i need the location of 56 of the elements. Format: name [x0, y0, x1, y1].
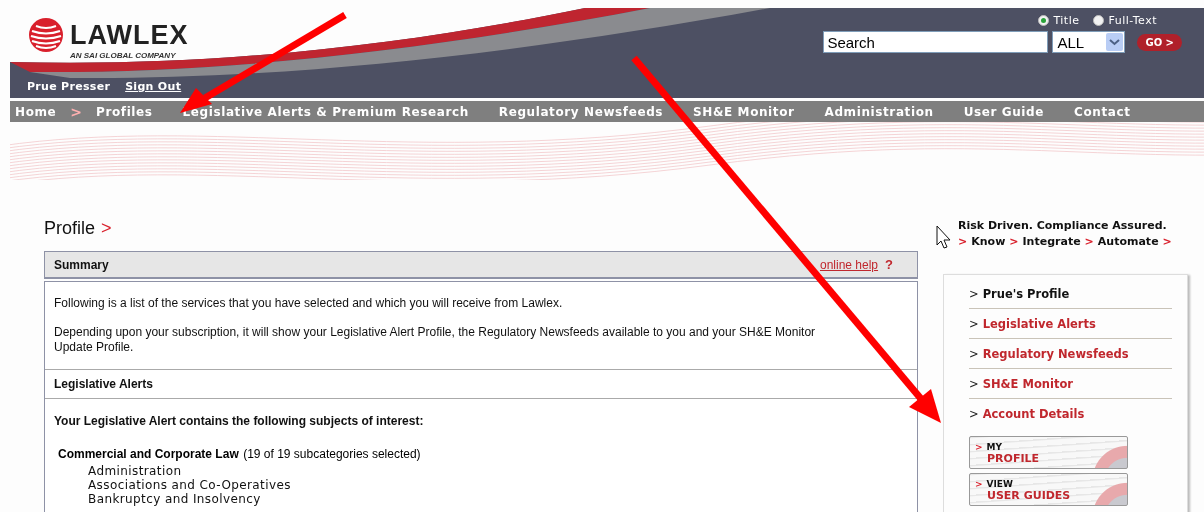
scope-dropdown[interactable]: ALL: [1052, 31, 1126, 53]
section-title: Legislative Alerts: [54, 377, 153, 391]
category-name: Commercial and Corporate Law: [58, 447, 239, 461]
nav-link[interactable]: Contact: [1074, 104, 1131, 119]
paragraph: Following is a list of the services that you have selected and which you will receive from Lawlex.: [54, 296, 564, 311]
item-marker: >: [969, 406, 979, 421]
item-marker: >: [969, 376, 979, 391]
promo-button[interactable]: > MY PROFILE: [969, 436, 1128, 469]
item-marker: >: [969, 346, 979, 361]
item-marker: >: [969, 316, 979, 331]
tagline-word: Automate: [1097, 234, 1159, 250]
radio-label[interactable]: Title: [1053, 14, 1080, 27]
nav-link[interactable]: Home: [15, 104, 57, 119]
title-marker: >: [101, 218, 112, 239]
logo-wordmark: LAWLEX: [70, 21, 189, 49]
subcategory: Bankruptcy and Insolvency: [88, 492, 262, 506]
logo-tagline: AN SAI GLOBAL COMPANY: [70, 51, 176, 60]
nav-link[interactable]: Administration: [824, 104, 934, 119]
online-help-link[interactable]: online help: [820, 257, 879, 272]
radio-label[interactable]: Full-Text: [1108, 14, 1157, 27]
promo-button[interactable]: > VIEW USER GUIDES: [969, 473, 1128, 506]
nav-link[interactable]: Regulatory Newsfeeds: [498, 104, 664, 119]
section-title: Summary: [54, 257, 109, 272]
nav-link[interactable]: User Guide: [963, 104, 1044, 119]
item-marker: >: [969, 286, 979, 301]
help-icon[interactable]: ?: [885, 257, 893, 272]
tagline-word: Integrate: [1022, 234, 1081, 250]
tagline-word: Know: [971, 234, 1006, 250]
radio-button[interactable]: [1038, 15, 1050, 26]
search-field[interactable]: Search: [823, 31, 1049, 53]
nav-link[interactable]: Legislative Alerts & Premium Research: [182, 104, 469, 119]
sign-out-link[interactable]: Sign Out: [125, 80, 182, 93]
tagline-marker: >: [1009, 234, 1019, 250]
user-name: Prue Presser: [27, 80, 111, 93]
page-title: Profile: [44, 218, 96, 239]
subcategory: Associations and Co-Operatives: [88, 478, 292, 492]
intro-text: Your Legislative Alert contains the following subjects of interest:: [54, 414, 425, 428]
sidebar-link[interactable]: Legislative Alerts: [982, 316, 1096, 331]
category-count: (19 of 19 subcategories selected): [243, 447, 421, 461]
nav-link[interactable]: SH&E Monitor: [693, 104, 795, 119]
sidebar-link[interactable]: Account Details: [982, 406, 1085, 421]
breadcrumb-separator: >: [70, 103, 83, 120]
tagline-marker: >: [958, 234, 968, 250]
cursor-icon: [936, 225, 951, 249]
radio-button[interactable]: [1093, 15, 1105, 26]
dropdown-caret-icon[interactable]: [1106, 33, 1124, 51]
sidebar-link[interactable]: Prue's Profile: [982, 286, 1070, 301]
paragraph: Depending upon your subscription, it will show your Legislative Alert Profile, the Regulatory Newsfeeds available to you and your SH&E Monitor Update Profile.: [54, 325, 817, 355]
sidebar-link[interactable]: Regulatory Newsfeeds: [982, 346, 1129, 361]
tagline-marker: >: [1084, 234, 1094, 250]
subcategory: Administration: [88, 464, 183, 478]
tagline-headline: Risk Driven. Compliance Assured.: [958, 218, 1168, 234]
sidebar-link[interactable]: SH&E Monitor: [982, 376, 1073, 391]
nav-link[interactable]: Profiles: [96, 104, 153, 119]
logo-icon: [28, 17, 64, 53]
tagline-marker: >: [1162, 234, 1172, 250]
